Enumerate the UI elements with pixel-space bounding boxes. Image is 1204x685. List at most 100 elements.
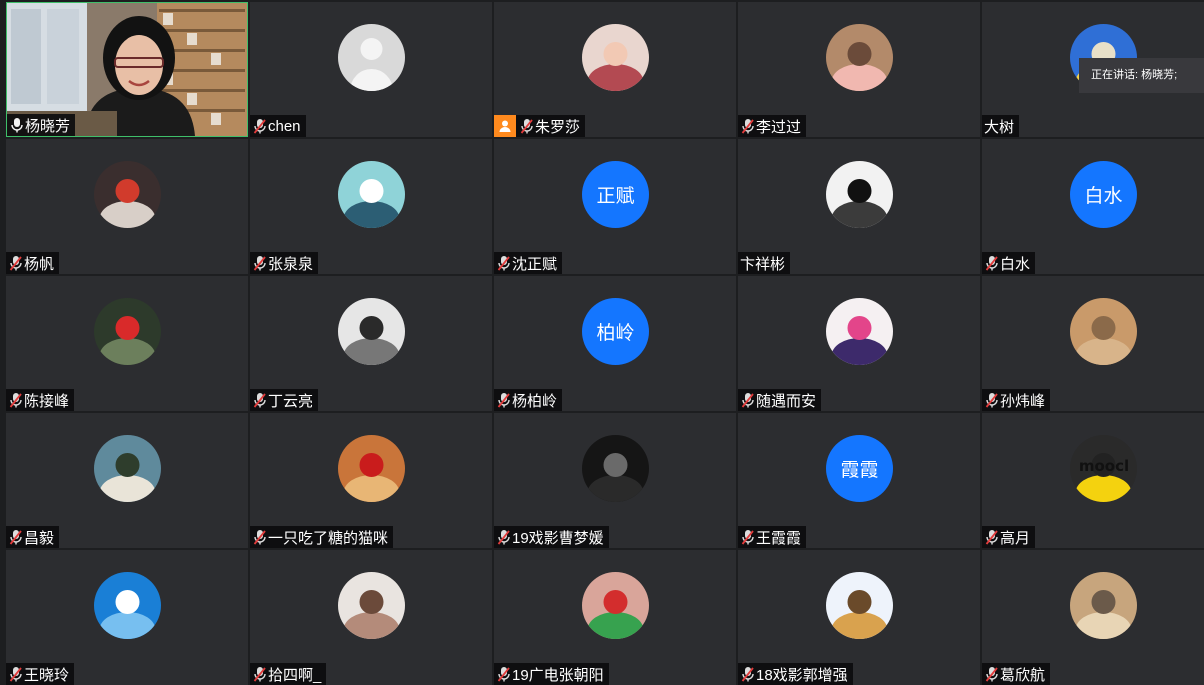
participant-avatar: 霞霞 <box>826 435 893 502</box>
avatar-photo <box>338 572 405 639</box>
participant-name: 高月 <box>1000 529 1031 547</box>
participant-tile[interactable]: 拾四啊_ <box>250 550 492 685</box>
participant-name: 一只吃了糖的猫咪 <box>268 529 389 547</box>
name-bar: 19广电张朝阳 <box>494 663 609 685</box>
participant-avatar <box>94 435 161 502</box>
participant-tile[interactable]: 19戏影曹梦媛 <box>494 413 736 548</box>
mic-muted-icon <box>252 391 268 409</box>
participant-name: 卞祥彬 <box>740 255 786 273</box>
mic-muted-icon <box>740 117 756 135</box>
participant-name: 王晓玲 <box>24 666 70 684</box>
name-bar: 19戏影曹梦媛 <box>494 526 609 548</box>
participant-name: 随遇而安 <box>756 392 817 410</box>
avatar-photo <box>826 161 893 228</box>
avatar-initials: 正赋 <box>596 186 635 207</box>
participant-name: 葛欣航 <box>1000 666 1046 684</box>
participant-name: 杨帆 <box>24 255 55 273</box>
name-bar: 大树 <box>982 115 1020 137</box>
name-bar: 高月 <box>982 526 1036 548</box>
participant-name: 杨晓芳 <box>25 117 71 135</box>
mic-icon <box>9 116 25 134</box>
participant-tile[interactable]: 张泉泉 <box>250 139 492 274</box>
participant-avatar <box>338 435 405 502</box>
participant-name: 丁云亮 <box>268 392 314 410</box>
name-bar: 卞祥彬 <box>738 252 791 274</box>
participant-avatar <box>826 298 893 365</box>
avatar-photo <box>338 161 405 228</box>
name-bar: 随遇而安 <box>738 389 822 411</box>
name-bar: 沈正赋 <box>494 252 563 274</box>
participant-name: 大树 <box>984 118 1015 136</box>
avatar-photo <box>826 572 893 639</box>
participant-tile[interactable]: 杨帆 <box>6 139 248 274</box>
participant-tile[interactable]: 随遇而安 <box>738 276 980 411</box>
mic-muted-icon <box>984 665 1000 683</box>
participant-tile[interactable]: 一只吃了糖的猫咪 <box>250 413 492 548</box>
participant-tile[interactable]: 白水 白水 <box>982 139 1204 274</box>
mic-muted-icon <box>496 391 512 409</box>
participant-avatar <box>94 298 161 365</box>
participant-name: 杨柏岭 <box>512 392 558 410</box>
name-bar: 朱罗莎 <box>494 115 586 137</box>
host-person-icon <box>494 115 516 137</box>
name-bar: 杨晓芳 <box>7 114 76 136</box>
avatar-photo <box>582 24 649 91</box>
participant-tile[interactable]: 王晓玲 <box>6 550 248 685</box>
participant-tile[interactable]: 杨晓芳 <box>6 2 248 137</box>
mic-muted-icon <box>496 665 512 683</box>
avatar-photo <box>1070 298 1137 365</box>
participant-name: 沈正赋 <box>512 255 558 273</box>
participant-avatar: 白水 <box>1070 161 1137 228</box>
participant-name: 白水 <box>1000 255 1031 273</box>
participant-tile[interactable]: 19广电张朝阳 <box>494 550 736 685</box>
participant-name: 拾四啊_ <box>268 666 322 684</box>
name-bar: 张泉泉 <box>250 252 319 274</box>
participant-tile[interactable]: 昌毅 <box>6 413 248 548</box>
avatar-photo <box>1070 572 1137 639</box>
avatar-photo <box>582 572 649 639</box>
participant-avatar <box>1070 298 1137 365</box>
participant-tile[interactable]: chen <box>250 2 492 137</box>
participant-tile[interactable]: 柏岭杨柏岭 <box>494 276 736 411</box>
mic-muted-icon <box>984 528 1000 546</box>
participant-tile[interactable]: 卞祥彬 <box>738 139 980 274</box>
participant-tile[interactable]: 丁云亮 <box>250 276 492 411</box>
participant-grid: 杨晓芳 chen 朱罗莎 李过过 大树 杨帆 张泉泉 正赋 沈正赋 卞祥彬 白水 白水 陈接峰 丁云亮 柏岭… <box>0 0 1204 685</box>
participant-avatar <box>338 161 405 228</box>
avatar-photo <box>582 435 649 502</box>
participant-name: 李过过 <box>756 118 802 136</box>
participant-avatar <box>1070 572 1137 639</box>
participant-tile[interactable]: 朱罗莎 <box>494 2 736 137</box>
name-bar: 拾四啊_ <box>250 663 327 685</box>
participant-name: 陈接峰 <box>24 392 70 410</box>
mic-muted-icon <box>984 254 1000 272</box>
participant-name: 昌毅 <box>24 529 55 547</box>
avatar-photo <box>338 435 405 502</box>
avatar-photo <box>94 161 161 228</box>
avatar-photo <box>338 298 405 365</box>
mic-muted-icon <box>984 391 1000 409</box>
participant-tile[interactable]: 李过过 <box>738 2 980 137</box>
participant-tile[interactable]: 孙炜峰 <box>982 276 1204 411</box>
participant-tile[interactable]: 陈接峰 <box>6 276 248 411</box>
participant-tile[interactable]: 18戏影郭增强 <box>738 550 980 685</box>
participant-tile[interactable]: 霞霞 王霞霞 <box>738 413 980 548</box>
mic-muted-icon <box>8 528 24 546</box>
participant-tile[interactable]: 葛欣航 <box>982 550 1204 685</box>
mic-muted-icon <box>252 254 268 272</box>
participant-name: 孙炜峰 <box>1000 392 1046 410</box>
participant-tile[interactable]: 正赋沈正赋 <box>494 139 736 274</box>
avatar-initials: 柏岭 <box>596 323 635 344</box>
mic-muted-icon <box>252 117 268 135</box>
participant-name: 19广电张朝阳 <box>512 666 604 684</box>
participant-tile[interactable]: moocl 高月 <box>982 413 1204 548</box>
participant-avatar <box>94 161 161 228</box>
participant-name: 张泉泉 <box>268 255 314 273</box>
participant-avatar <box>582 24 649 91</box>
name-bar: 杨帆 <box>6 252 60 274</box>
mic-muted-icon <box>8 254 24 272</box>
name-bar: chen <box>250 115 306 137</box>
mic-muted-icon <box>496 528 512 546</box>
participant-name: 18戏影郭增强 <box>756 666 848 684</box>
participant-avatar <box>582 572 649 639</box>
